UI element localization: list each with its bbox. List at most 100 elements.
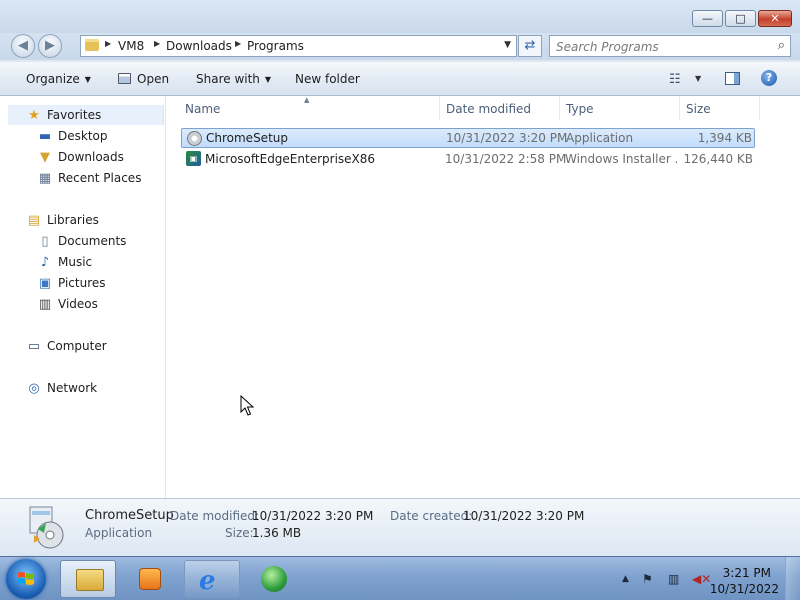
minimize-icon: — xyxy=(702,12,713,25)
nav-label: Computer xyxy=(47,339,107,353)
application-installer-icon xyxy=(29,506,64,549)
detail-date-modified: 10/31/2022 3:20 PM xyxy=(252,509,374,523)
forward-button[interactable]: ▶ xyxy=(38,34,62,58)
nav-label: Downloads xyxy=(58,150,124,164)
media-player-icon xyxy=(139,568,161,590)
nav-item-documents[interactable]: ▯ Documents xyxy=(37,231,126,251)
column-divider[interactable] xyxy=(559,96,560,120)
nav-item-music[interactable]: ♪ Music xyxy=(37,252,92,272)
close-button[interactable]: ✕ xyxy=(758,10,792,27)
close-icon: ✕ xyxy=(770,12,780,25)
column-header-date-modified[interactable]: Date modified xyxy=(446,102,531,116)
desktop-icon: ▬ xyxy=(38,129,52,144)
nav-label: Network xyxy=(47,381,98,395)
nav-item-desktop[interactable]: ▬ Desktop xyxy=(37,126,108,146)
nav-label: Favorites xyxy=(47,108,102,122)
command-bar: Organize ▼ Open Share with ▼ New folder ☷ … xyxy=(0,62,800,96)
chevron-down-icon[interactable]: ▼ xyxy=(695,74,701,83)
file-type: Windows Installer ... xyxy=(565,152,677,166)
file-list-pane: ▲ Name Date modified Type Size ChromeSet… xyxy=(166,96,800,498)
nav-item-recent-places[interactable]: ▦ Recent Places xyxy=(37,168,142,188)
download-manager-icon xyxy=(261,566,287,592)
nav-label: Pictures xyxy=(58,276,106,290)
detail-date-created: 10/31/2022 3:20 PM xyxy=(463,509,585,523)
network-status-icon[interactable]: ▥ xyxy=(668,572,679,586)
breadcrumb-downloads[interactable]: Downloads xyxy=(166,39,232,53)
action-center-flag-icon[interactable]: ⚑ xyxy=(642,572,653,586)
column-divider[interactable] xyxy=(439,96,440,120)
minimize-button[interactable]: — xyxy=(692,10,723,27)
open-button[interactable]: Open xyxy=(118,72,169,86)
nav-label: Recent Places xyxy=(58,171,142,185)
file-size: 126,440 KB xyxy=(683,152,753,166)
recent-places-icon: ▦ xyxy=(38,171,52,186)
open-icon xyxy=(118,73,131,84)
windows-logo-icon xyxy=(18,572,34,585)
column-header-type[interactable]: Type xyxy=(566,102,594,116)
chevron-right-icon[interactable]: ▶ xyxy=(235,39,241,48)
mouse-cursor-icon xyxy=(240,395,255,416)
file-size: 1,394 KB xyxy=(697,131,752,145)
column-header-size[interactable]: Size xyxy=(686,102,711,116)
show-desktop-button[interactable] xyxy=(785,557,800,600)
address-bar[interactable]: ▶ VM8 ▶ Downloads ▶ Programs ▼ xyxy=(80,35,517,57)
help-icon[interactable]: ? xyxy=(761,70,777,86)
column-divider[interactable] xyxy=(679,96,680,120)
detail-date-modified-label: Date modified: xyxy=(170,509,260,523)
detail-file-type: Application xyxy=(85,526,153,540)
file-date-modified: 10/31/2022 3:20 PM xyxy=(446,131,568,145)
taskbar-media-player-button[interactable] xyxy=(121,560,177,598)
maximize-icon: □ xyxy=(735,12,746,25)
start-button[interactable] xyxy=(6,559,46,599)
refresh-button[interactable]: ⇄ xyxy=(518,35,542,57)
address-row: ◀ ▶ ▶ VM8 ▶ Downloads ▶ Programs ▼ ⇄ ⌕ xyxy=(0,33,800,60)
nav-item-computer[interactable]: ▭ Computer xyxy=(26,336,107,356)
search-input[interactable] xyxy=(554,38,768,56)
nav-item-network[interactable]: ◎ Network xyxy=(26,378,97,398)
taskbar-download-manager-button[interactable] xyxy=(245,560,301,598)
maximize-button[interactable]: □ xyxy=(725,10,756,27)
table-row[interactable]: ▣ MicrosoftEdgeEnterpriseX86 10/31/2022 … xyxy=(181,149,755,169)
nav-item-downloads[interactable]: ▼ Downloads xyxy=(37,147,124,167)
detail-size: 1.36 MB xyxy=(252,526,302,540)
breadcrumb-programs[interactable]: Programs xyxy=(247,39,304,53)
preview-pane-icon[interactable] xyxy=(725,72,740,85)
chevron-right-icon[interactable]: ▶ xyxy=(105,39,111,48)
breadcrumb-vm8[interactable]: VM8 xyxy=(118,39,144,53)
taskbar-internet-explorer-button[interactable]: e xyxy=(184,560,240,598)
search-icon[interactable]: ⌕ xyxy=(778,38,785,53)
chevron-down-icon[interactable]: ▼ xyxy=(504,40,511,50)
column-divider[interactable] xyxy=(759,96,760,120)
file-name: ChromeSetup xyxy=(206,131,288,145)
organize-button[interactable]: Organize ▼ xyxy=(26,72,91,86)
detail-file-name: ChromeSetup xyxy=(85,508,174,523)
nav-item-pictures[interactable]: ▣ Pictures xyxy=(37,273,106,293)
search-box[interactable]: ⌕ xyxy=(549,35,791,57)
nav-label: Documents xyxy=(58,234,127,248)
show-hidden-icons-icon[interactable]: ▲ xyxy=(622,574,629,584)
star-icon: ★ xyxy=(28,108,40,123)
column-header-name[interactable]: Name xyxy=(185,102,220,116)
share-with-button[interactable]: Share with ▼ xyxy=(196,72,271,86)
back-button[interactable]: ◀ xyxy=(11,34,35,58)
videos-icon: ▥ xyxy=(38,297,52,312)
nav-item-videos[interactable]: ▥ Videos xyxy=(37,294,98,314)
new-folder-button[interactable]: New folder xyxy=(295,72,360,86)
chevron-right-icon[interactable]: ▶ xyxy=(154,39,160,48)
chevron-down-icon: ▼ xyxy=(84,75,91,84)
views-icon[interactable]: ☷ xyxy=(669,72,681,87)
file-name: MicrosoftEdgeEnterpriseX86 xyxy=(205,152,376,166)
back-arrow-icon: ◀ xyxy=(18,38,28,53)
forward-arrow-icon: ▶ xyxy=(45,38,55,53)
nav-item-favorites[interactable]: ★ Favorites xyxy=(8,105,164,125)
volume-muted-icon[interactable]: ◀✕ xyxy=(692,572,711,586)
new-folder-label: New folder xyxy=(295,72,360,86)
nav-label: Desktop xyxy=(58,129,108,143)
clock-time[interactable]: 3:21 PM xyxy=(723,566,771,580)
table-row[interactable]: ChromeSetup 10/31/2022 3:20 PM Applicati… xyxy=(181,128,755,148)
network-icon: ◎ xyxy=(28,381,40,396)
refresh-icon: ⇄ xyxy=(524,38,536,53)
taskbar-explorer-button[interactable] xyxy=(60,560,116,598)
nav-item-libraries[interactable]: ▤ Libraries xyxy=(26,210,99,230)
clock-date[interactable]: 10/31/2022 xyxy=(710,582,779,596)
